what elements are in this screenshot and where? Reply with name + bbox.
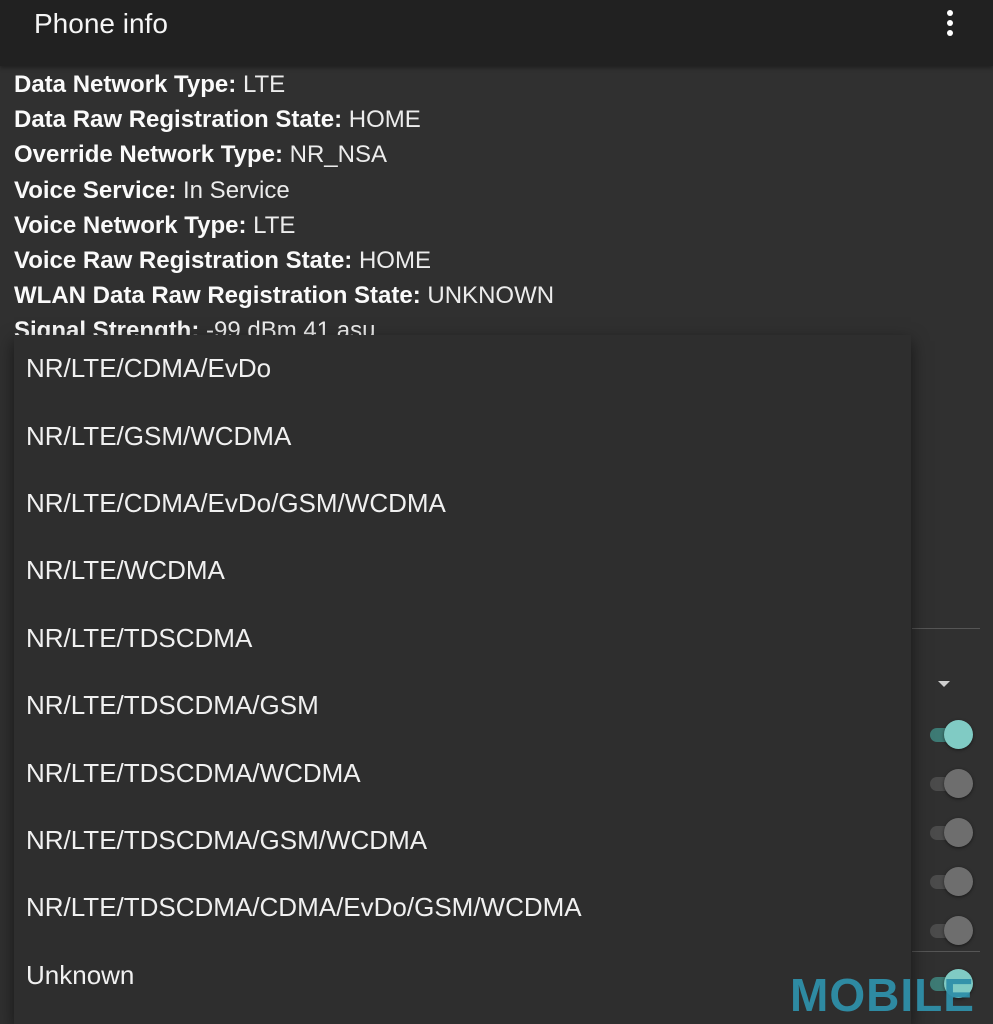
info-row-voice-network-type: Voice Network Type: LTE: [14, 211, 296, 239]
more-vert-icon[interactable]: [930, 6, 970, 40]
toggle-switch[interactable]: [930, 816, 974, 850]
app-title: Phone info: [34, 8, 168, 39]
menu-item-option[interactable]: NR/LTE/CDMA/EvDo: [14, 335, 911, 402]
phone-info-list: Data Network Type: LTE Data Raw Registra…: [14, 67, 984, 337]
info-row-wlan-data-raw-registration-state: WLAN Data Raw Registration State: UNKNOW…: [14, 282, 555, 310]
toggle-switch[interactable]: [930, 767, 974, 801]
watermark-logo: MOBILE: [790, 969, 975, 1021]
divider: [912, 628, 980, 629]
divider: [912, 951, 980, 952]
info-row-signal-strength: Signal Strength: -99 dBm 41 asu: [14, 317, 376, 337]
toggle-switch[interactable]: [930, 718, 974, 752]
toggle-switch[interactable]: [930, 865, 974, 899]
info-row-voice-raw-registration-state: Voice Raw Registration State: HOME: [14, 246, 431, 274]
info-row-data-network-type: Data Network Type: LTE: [14, 71, 286, 98]
info-row-data-raw-registration-state: Data Raw Registration State: HOME: [14, 106, 421, 134]
dropdown-arrow-icon[interactable]: [938, 681, 950, 687]
menu-item-option[interactable]: NR/LTE/TDSCDMA/WCDMA: [14, 739, 911, 806]
menu-item-option[interactable]: NR/LTE/CDMA/EvDo/GSM/WCDMA: [14, 470, 911, 537]
toggle-switch[interactable]: [930, 914, 974, 948]
menu-item-option[interactable]: NR/LTE/WCDMA: [14, 537, 911, 604]
info-row-override-network-type: Override Network Type: NR_NSA: [14, 141, 387, 169]
menu-item-option[interactable]: Unknown: [14, 942, 911, 1009]
app-bar: Phone info: [0, 0, 993, 66]
menu-item-option[interactable]: NR/LTE/TDSCDMA/CDMA/EvDo/GSM/WCDMA: [14, 874, 911, 941]
menu-item-option[interactable]: NR/LTE/TDSCDMA/GSM/WCDMA: [14, 807, 911, 874]
network-type-dropdown-menu: NR/LTE/CDMA/EvDo NR/LTE/GSM/WCDMA NR/LTE…: [14, 335, 911, 1024]
menu-item-option[interactable]: NR/LTE/GSM/WCDMA: [14, 402, 911, 469]
menu-item-option[interactable]: NR/LTE/TDSCDMA/GSM: [14, 672, 911, 739]
menu-item-option[interactable]: NR/LTE/TDSCDMA: [14, 605, 911, 672]
info-row-voice-service: Voice Service: In Service: [14, 176, 290, 204]
